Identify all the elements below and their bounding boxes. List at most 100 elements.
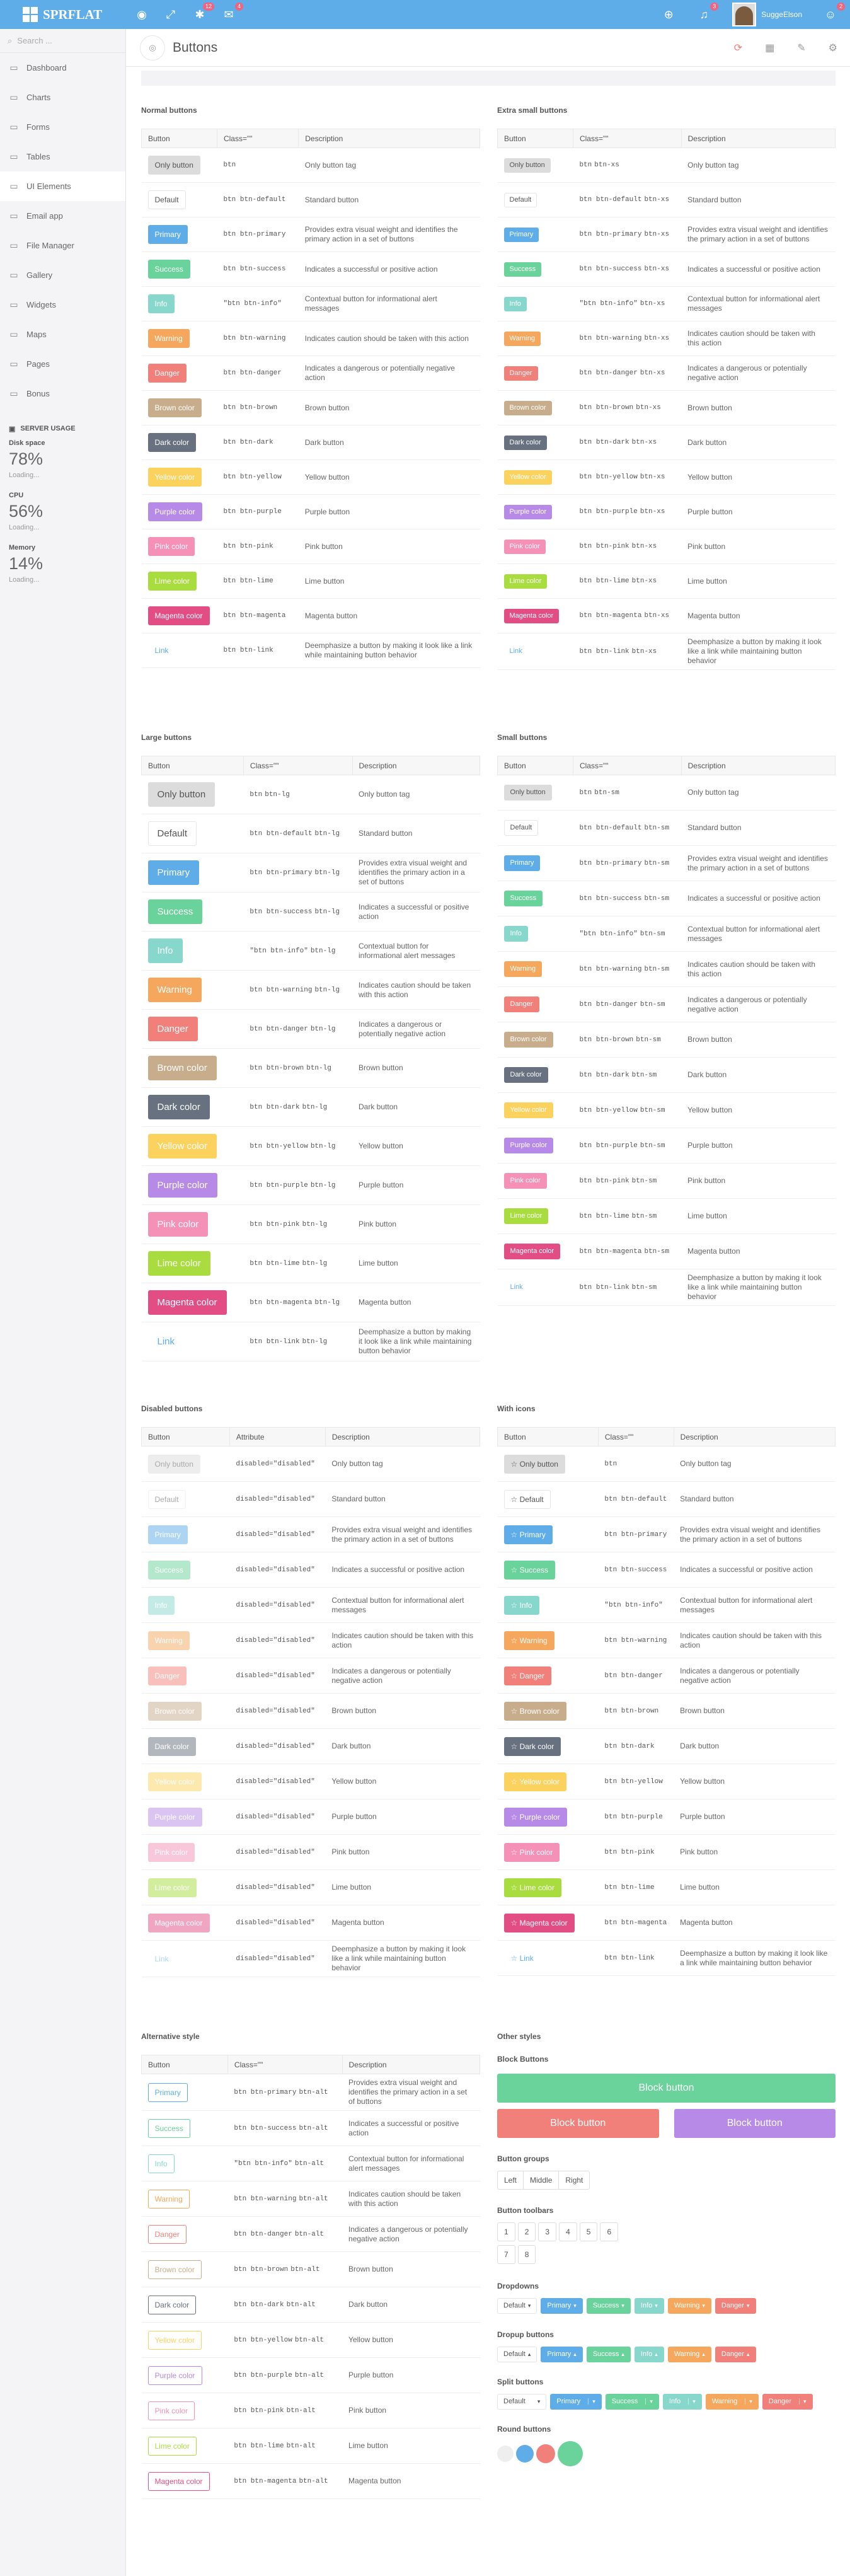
- magenta-button[interactable]: ☆ Magenta color: [503, 1913, 575, 1932]
- split-info-button[interactable]: Info ▾: [662, 2394, 702, 2410]
- only-button[interactable]: Only button: [147, 1454, 200, 1474]
- split-success-button[interactable]: Success ▾: [605, 2394, 659, 2410]
- success-button[interactable]: Success: [147, 260, 190, 279]
- warning-button[interactable]: Warning: [503, 331, 541, 346]
- round-button-success[interactable]: [558, 2441, 583, 2466]
- link-button[interactable]: Link: [148, 1949, 176, 1968]
- pink-button[interactable]: ☆ Pink color: [503, 1842, 560, 1862]
- link-button[interactable]: ☆ Link: [504, 1949, 541, 1968]
- info-button[interactable]: Info: [147, 294, 175, 313]
- round-button-default[interactable]: [497, 2446, 514, 2462]
- info-button[interactable]: Info: [147, 2154, 175, 2173]
- default-button[interactable]: Default: [147, 190, 186, 209]
- dropdown-default-button[interactable]: Default ▴: [497, 2347, 537, 2362]
- lime-button[interactable]: ☆ Lime color: [503, 1878, 561, 1897]
- magenta-button[interactable]: Magenta color: [147, 1913, 210, 1932]
- sidebar-item-forms[interactable]: ▭ Forms: [0, 112, 125, 142]
- toolbar-button-2[interactable]: 2: [517, 2222, 536, 2241]
- yellow-button[interactable]: Yellow color: [147, 2330, 202, 2350]
- round-button-danger[interactable]: [536, 2444, 555, 2463]
- dark-button[interactable]: Dark color: [147, 2295, 197, 2314]
- pink-button[interactable]: Pink color: [147, 1212, 209, 1237]
- sidebar-item-email-app[interactable]: ▭ Email app: [0, 201, 125, 231]
- dropdown-info-button[interactable]: Info ▴: [634, 2347, 664, 2362]
- refresh-icon[interactable]: ⟳: [734, 42, 742, 54]
- lime-button[interactable]: Lime color: [147, 1251, 210, 1276]
- info-button[interactable]: ☆ Info: [503, 1595, 539, 1615]
- sidebar-item-ui-elements[interactable]: ▭ UI Elements: [0, 171, 125, 201]
- group-left-button[interactable]: Left: [498, 2171, 524, 2189]
- success-button[interactable]: ☆ Success: [503, 1560, 555, 1580]
- warning-button[interactable]: Warning: [147, 329, 190, 348]
- grid-icon[interactable]: ▦: [765, 42, 774, 54]
- link-button[interactable]: Link: [148, 641, 176, 660]
- group-right-button[interactable]: Right: [559, 2171, 589, 2189]
- split-warning-button[interactable]: Warning ▾: [705, 2394, 759, 2410]
- settings-icon[interactable]: ⚙: [829, 42, 837, 54]
- info-button[interactable]: Info: [147, 939, 183, 963]
- primary-button[interactable]: Primary: [147, 860, 200, 885]
- sidebar-item-bonus[interactable]: ▭ Bonus: [0, 379, 125, 408]
- primary-button[interactable]: Primary: [503, 227, 539, 242]
- success-button[interactable]: Success: [503, 262, 542, 277]
- default-button[interactable]: Default: [147, 821, 197, 846]
- toolbar-button-4[interactable]: 4: [559, 2222, 577, 2241]
- danger-button[interactable]: Danger: [147, 364, 187, 383]
- only-button[interactable]: Only button: [147, 156, 200, 175]
- dropdown-danger-button[interactable]: Danger ▾: [715, 2298, 756, 2314]
- dropdown-danger-button[interactable]: Danger ▴: [715, 2347, 756, 2362]
- block-button-success[interactable]: Block button: [497, 2074, 836, 2103]
- link-button[interactable]: Link: [148, 1329, 185, 1354]
- brown-button[interactable]: Brown color: [147, 398, 202, 417]
- toggle-sidebar-icon[interactable]: ◉: [135, 8, 149, 21]
- default-button[interactable]: ☆ Default: [503, 1489, 551, 1509]
- primary-button[interactable]: Primary: [147, 225, 188, 244]
- only-button[interactable]: Only button: [503, 785, 552, 800]
- warning-button[interactable]: Warning: [503, 961, 543, 977]
- danger-button[interactable]: ☆ Danger: [503, 1666, 551, 1685]
- primary-button[interactable]: Primary: [147, 2082, 188, 2102]
- dropdown-info-button[interactable]: Info ▾: [634, 2298, 664, 2314]
- warning-button[interactable]: Warning: [147, 1631, 190, 1650]
- info-button[interactable]: Info: [503, 296, 527, 311]
- lime-button[interactable]: Lime color: [147, 572, 197, 591]
- dropdown-warning-button[interactable]: Warning ▾: [667, 2298, 711, 2314]
- primary-button[interactable]: Primary: [147, 1525, 188, 1544]
- brown-button[interactable]: Brown color: [503, 1032, 553, 1048]
- primary-button[interactable]: ☆ Primary: [503, 1525, 553, 1544]
- dropdown-success-button[interactable]: Success ▾: [586, 2298, 631, 2314]
- toolbar-button-6[interactable]: 6: [600, 2222, 619, 2241]
- lime-button[interactable]: Lime color: [503, 1208, 549, 1224]
- sidebar-item-gallery[interactable]: ▭ Gallery: [0, 260, 125, 290]
- lime-button[interactable]: Lime color: [503, 574, 548, 589]
- messages-icon[interactable]: ✉ 4: [222, 3, 243, 21]
- default-button[interactable]: Default: [503, 192, 537, 207]
- success-button[interactable]: Success: [147, 2118, 190, 2138]
- dark-button[interactable]: Dark color: [147, 1095, 210, 1119]
- danger-button[interactable]: Danger: [503, 366, 538, 381]
- sidebar-item-dashboard[interactable]: ▭ Dashboard: [0, 53, 125, 83]
- dropdown-primary-button[interactable]: Primary ▾: [541, 2298, 583, 2314]
- dropdown-success-button[interactable]: Success ▴: [586, 2347, 631, 2362]
- magenta-button[interactable]: Magenta color: [147, 2471, 210, 2491]
- pink-button[interactable]: Pink color: [503, 539, 546, 554]
- brown-button[interactable]: Brown color: [503, 400, 552, 415]
- edit-icon[interactable]: ✎: [797, 42, 805, 54]
- split-default-button[interactable]: Default ▾: [497, 2394, 547, 2410]
- magenta-button[interactable]: Magenta color: [503, 1244, 561, 1259]
- brown-button[interactable]: Brown color: [147, 2260, 202, 2279]
- purple-button[interactable]: Purple color: [503, 504, 553, 519]
- link-button[interactable]: Link: [504, 644, 528, 659]
- danger-button[interactable]: Danger: [147, 1017, 198, 1041]
- purple-button[interactable]: Purple color: [147, 2365, 202, 2385]
- yellow-button[interactable]: ☆ Yellow color: [503, 1772, 566, 1791]
- brown-button[interactable]: ☆ Brown color: [503, 1701, 566, 1721]
- sidebar-item-file-manager[interactable]: ▭ File Manager: [0, 231, 125, 260]
- brand-logo[interactable]: SPRFLAT: [0, 7, 126, 23]
- notifications-icon[interactable]: ✱ 12: [193, 3, 214, 21]
- block-button-purple[interactable]: Block button: [674, 2109, 836, 2138]
- sidebar-item-maps[interactable]: ▭ Maps: [0, 320, 125, 349]
- search-input[interactable]: Search ...: [17, 36, 52, 45]
- toolbar-button-7[interactable]: 7: [497, 2245, 515, 2264]
- only-button[interactable]: ☆ Only button: [503, 1454, 565, 1474]
